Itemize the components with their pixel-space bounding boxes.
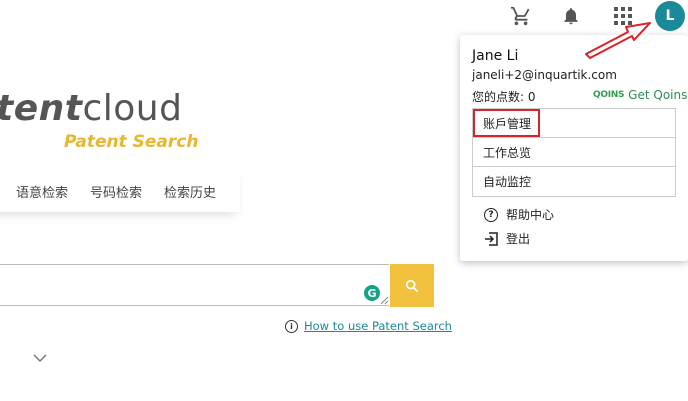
tab-number-search[interactable]: 号码检索	[90, 182, 142, 201]
search-input[interactable]	[0, 264, 389, 306]
tab-search-history[interactable]: 检索历史	[164, 182, 216, 201]
help-center-link[interactable]: ? 帮助中心	[484, 206, 554, 223]
annotation-arrow-icon	[585, 22, 651, 59]
tab-semantic-search[interactable]: 语意检索	[16, 182, 68, 201]
logout-link[interactable]: 登出	[484, 230, 530, 247]
points-label: 您的点数: 0	[472, 90, 536, 104]
chevron-down-icon[interactable]	[32, 352, 48, 364]
user-email: janeli+2@inquartik.com	[472, 68, 617, 82]
help-circle-icon: ?	[484, 207, 498, 222]
grammarly-icon[interactable]: G	[364, 285, 380, 301]
annotation-highlight-box	[473, 109, 540, 137]
logo: tentcloud	[0, 88, 182, 129]
how-to-use-link[interactable]: How to use Patent Search	[304, 319, 452, 333]
logo-light-text: cloud	[82, 88, 183, 129]
info-icon: i	[285, 319, 298, 333]
logo-bold-text: tent	[0, 88, 83, 129]
resize-handle-icon[interactable]	[380, 296, 389, 305]
logout-label: 登出	[506, 232, 531, 246]
menu-item-auto-monitor[interactable]: 自动监控	[473, 167, 675, 196]
get-qoins-link[interactable]: QOINS Get Qoins	[593, 88, 687, 102]
help-center-label: 帮助中心	[506, 208, 555, 222]
user-name: Jane Li	[472, 48, 519, 64]
search-icon	[405, 279, 419, 292]
logo-subtitle: Patent Search	[64, 132, 199, 152]
help-link-row: i How to use Patent Search	[285, 319, 452, 333]
cart-icon[interactable]	[509, 4, 533, 28]
qoins-logo-icon: QOINS	[593, 90, 625, 100]
get-qoins-label: Get Qoins	[628, 88, 688, 102]
avatar-initial: L	[665, 8, 675, 24]
menu-item-work-overview[interactable]: 工作总览	[473, 138, 675, 167]
search-button[interactable]	[390, 264, 434, 307]
logout-icon	[485, 231, 498, 246]
